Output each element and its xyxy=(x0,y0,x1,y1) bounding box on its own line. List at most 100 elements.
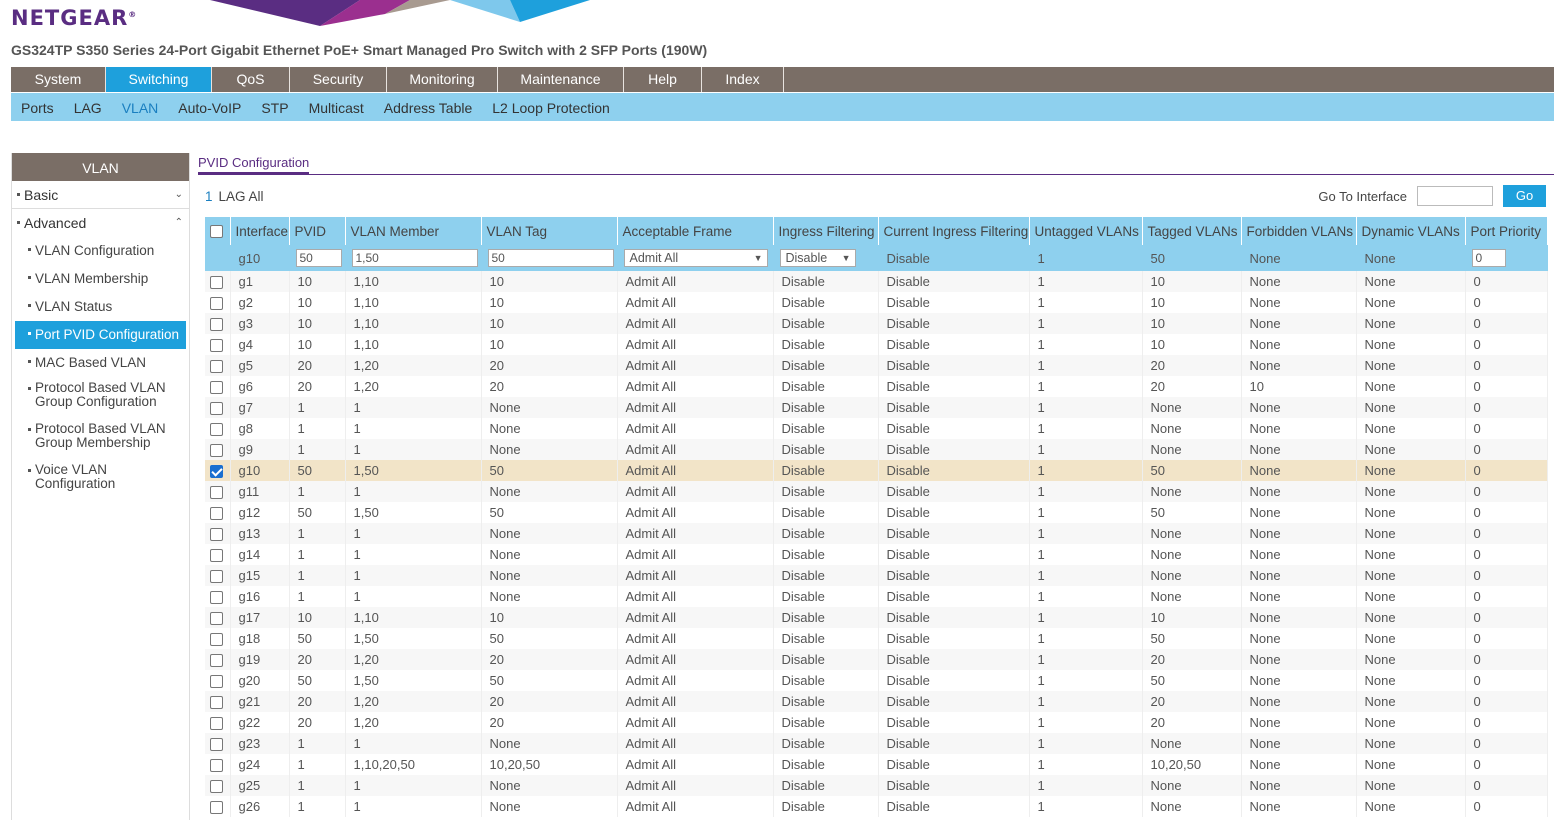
row-checkbox[interactable] xyxy=(210,612,223,626)
row-checkbox[interactable] xyxy=(210,402,223,416)
table-row[interactable]: g5 20 1,20 20 Admit All Disable Disable 1 20 None… xyxy=(205,355,1548,376)
sidebar-group-basic[interactable]: Basic ⌄ xyxy=(12,181,189,209)
cell-vlan-member: 1,20 xyxy=(345,376,482,397)
port-priority-input[interactable]: 0 xyxy=(1471,249,1506,267)
cell-ingress-filtering: Disable xyxy=(773,397,879,418)
subtab-auto-voip[interactable]: Auto-VoIP xyxy=(178,93,241,121)
table-row[interactable]: g18 50 1,50 50 Admit All Disable Disable 1 50 Non… xyxy=(205,628,1548,649)
cell-vlan-tag: None xyxy=(481,544,618,565)
row-checkbox[interactable] xyxy=(210,297,223,311)
table-row[interactable]: g24 1 1,10,20,50 10,20,50 Admit All Disable Di… xyxy=(205,754,1548,775)
acceptable-frame-select[interactable]: Admit All ▼ xyxy=(623,249,768,267)
row-checkbox[interactable] xyxy=(210,486,223,500)
row-checkbox[interactable] xyxy=(210,276,223,290)
row-checkbox[interactable] xyxy=(210,696,223,710)
sidebar-group-label: Basic xyxy=(24,187,59,203)
subtab-lag[interactable]: LAG xyxy=(74,93,102,121)
table-row[interactable]: g14 1 1 None Admit All Disable Disable 1 None Non… xyxy=(205,544,1548,565)
row-checkbox[interactable] xyxy=(210,360,223,374)
filter-physical-ports[interactable]: 1 xyxy=(205,189,213,204)
row-checkbox[interactable] xyxy=(210,675,223,689)
tab-security[interactable]: Security xyxy=(290,67,387,92)
tab-monitoring[interactable]: Monitoring xyxy=(387,67,498,92)
tab-maintenance[interactable]: Maintenance xyxy=(498,67,624,92)
filter-lag-all[interactable]: LAG All xyxy=(219,189,264,204)
row-checkbox[interactable] xyxy=(210,801,223,815)
tab-switching[interactable]: Switching xyxy=(106,67,212,92)
sidebar-item-label: Protocol Based VLAN Group Configuration xyxy=(35,381,166,409)
vlan-member-input[interactable]: 1,50 xyxy=(351,249,478,267)
row-checkbox[interactable] xyxy=(210,381,223,395)
cell-acceptable-frame: Admit All xyxy=(617,649,774,670)
table-row[interactable]: g4 10 1,10 10 Admit All Disable Disable 1 10 None… xyxy=(205,334,1548,355)
pvid-input[interactable]: 50 xyxy=(295,249,342,267)
tab-qos[interactable]: QoS xyxy=(212,67,290,92)
table-row[interactable]: g11 1 1 None Admit All Disable Disable 1 None Non… xyxy=(205,481,1548,502)
table-row[interactable]: g21 20 1,20 20 Admit All Disable Disable 1 20 Non… xyxy=(205,691,1548,712)
table-row[interactable]: g12 50 1,50 50 Admit All Disable Disable 1 50 Non… xyxy=(205,502,1548,523)
table-row[interactable]: g25 1 1 None Admit All Disable Disable 1 None Non… xyxy=(205,775,1548,796)
row-checkbox[interactable] xyxy=(210,423,223,437)
subtab-ports[interactable]: Ports xyxy=(21,93,54,121)
subtab-vlan[interactable]: VLAN xyxy=(122,93,159,121)
row-checkbox[interactable] xyxy=(210,318,223,332)
sidebar-group-advanced[interactable]: Advanced ⌃ xyxy=(12,209,189,237)
row-checkbox[interactable] xyxy=(210,780,223,794)
row-checkbox[interactable] xyxy=(210,717,223,731)
netgear-logo[interactable]: NETGEAR® xyxy=(11,6,137,30)
tab-help[interactable]: Help xyxy=(624,67,702,92)
row-checkbox[interactable] xyxy=(210,549,223,563)
select-all-checkbox[interactable] xyxy=(210,225,223,239)
row-checkbox[interactable] xyxy=(210,444,223,458)
table-row[interactable]: g20 50 1,50 50 Admit All Disable Disable 1 50 Non… xyxy=(205,670,1548,691)
row-checkbox[interactable] xyxy=(210,528,223,542)
table-row[interactable]: g8 1 1 None Admit All Disable Disable 1 None None… xyxy=(205,418,1548,439)
row-checkbox[interactable] xyxy=(210,465,223,479)
row-checkbox[interactable] xyxy=(210,654,223,668)
row-checkbox[interactable] xyxy=(210,570,223,584)
table-row[interactable]: g17 10 1,10 10 Admit All Disable Disable 1 10 Non… xyxy=(205,607,1548,628)
table-row[interactable]: g10 50 1,50 50 Admit All Disable Disable 1 50 Non… xyxy=(205,460,1548,481)
tab-system[interactable]: System xyxy=(11,67,106,92)
cell-dynamic-vlans: None xyxy=(1356,355,1466,376)
tab-pvid-configuration[interactable]: PVID Configuration xyxy=(198,155,310,174)
sidebar-item-voice-vlan-configuration[interactable]: Voice VLAN Configuration xyxy=(12,459,189,500)
subtab-stp[interactable]: STP xyxy=(261,93,288,121)
vlan-tag-input[interactable]: 50 xyxy=(487,249,614,267)
ingress-filtering-select[interactable]: Disable ▼ xyxy=(779,249,856,267)
go-button[interactable]: Go xyxy=(1503,185,1546,207)
sidebar-item-mac-based-vlan[interactable]: MAC Based VLAN xyxy=(12,349,189,377)
sidebar-item-vlan-membership[interactable]: VLAN Membership xyxy=(12,265,189,293)
table-row[interactable]: g26 1 1 None Admit All Disable Disable 1 None Non… xyxy=(205,796,1548,817)
table-row[interactable]: g1 10 1,10 10 Admit All Disable Disable 1 10 None… xyxy=(205,271,1548,292)
row-checkbox[interactable] xyxy=(210,759,223,773)
row-checkbox[interactable] xyxy=(210,591,223,605)
row-checkbox[interactable] xyxy=(210,507,223,521)
sidebar-item-vlan-configuration[interactable]: VLAN Configuration xyxy=(12,237,189,265)
sidebar-item-vlan-status[interactable]: VLAN Status xyxy=(12,293,189,321)
table-row[interactable]: g13 1 1 None Admit All Disable Disable 1 None Non… xyxy=(205,523,1548,544)
cell-vlan-tag: None xyxy=(481,733,618,754)
table-row[interactable]: g7 1 1 None Admit All Disable Disable 1 None None… xyxy=(205,397,1548,418)
table-row[interactable]: g9 1 1 None Admit All Disable Disable 1 None None… xyxy=(205,439,1548,460)
tab-index[interactable]: Index xyxy=(702,67,784,92)
table-row[interactable]: g23 1 1 None Admit All Disable Disable 1 None Non… xyxy=(205,733,1548,754)
table-row[interactable]: g22 20 1,20 20 Admit All Disable Disable 1 20 Non… xyxy=(205,712,1548,733)
row-checkbox[interactable] xyxy=(210,339,223,353)
subtab-multicast[interactable]: Multicast xyxy=(309,93,364,121)
table-row[interactable]: g15 1 1 None Admit All Disable Disable 1 None Non… xyxy=(205,565,1548,586)
table-row[interactable]: g2 10 1,10 10 Admit All Disable Disable 1 10 None… xyxy=(205,292,1548,313)
row-checkbox[interactable] xyxy=(210,633,223,647)
row-checkbox[interactable] xyxy=(210,738,223,752)
sidebar-item-port-pvid-configuration[interactable]: Port PVID Configuration xyxy=(15,321,186,349)
table-row[interactable]: g19 20 1,20 20 Admit All Disable Disable 1 20 Non… xyxy=(205,649,1548,670)
table-row[interactable]: g3 10 1,10 10 Admit All Disable Disable 1 10 None… xyxy=(205,313,1548,334)
cell-vlan-member: 1 xyxy=(345,523,482,544)
sidebar-item-protocol-based-vlan-group-membership[interactable]: Protocol Based VLAN Group Membership xyxy=(12,418,189,459)
table-row[interactable]: g6 20 1,20 20 Admit All Disable Disable 1 20 10 No… xyxy=(205,376,1548,397)
subtab-l2-loop-protection[interactable]: L2 Loop Protection xyxy=(492,93,610,121)
table-row[interactable]: g16 1 1 None Admit All Disable Disable 1 None Non… xyxy=(205,586,1548,607)
subtab-address-table[interactable]: Address Table xyxy=(384,93,472,121)
sidebar-item-protocol-based-vlan-group-configuration[interactable]: Protocol Based VLAN Group Configuration xyxy=(12,377,189,418)
go-to-interface-input[interactable] xyxy=(1417,186,1493,206)
